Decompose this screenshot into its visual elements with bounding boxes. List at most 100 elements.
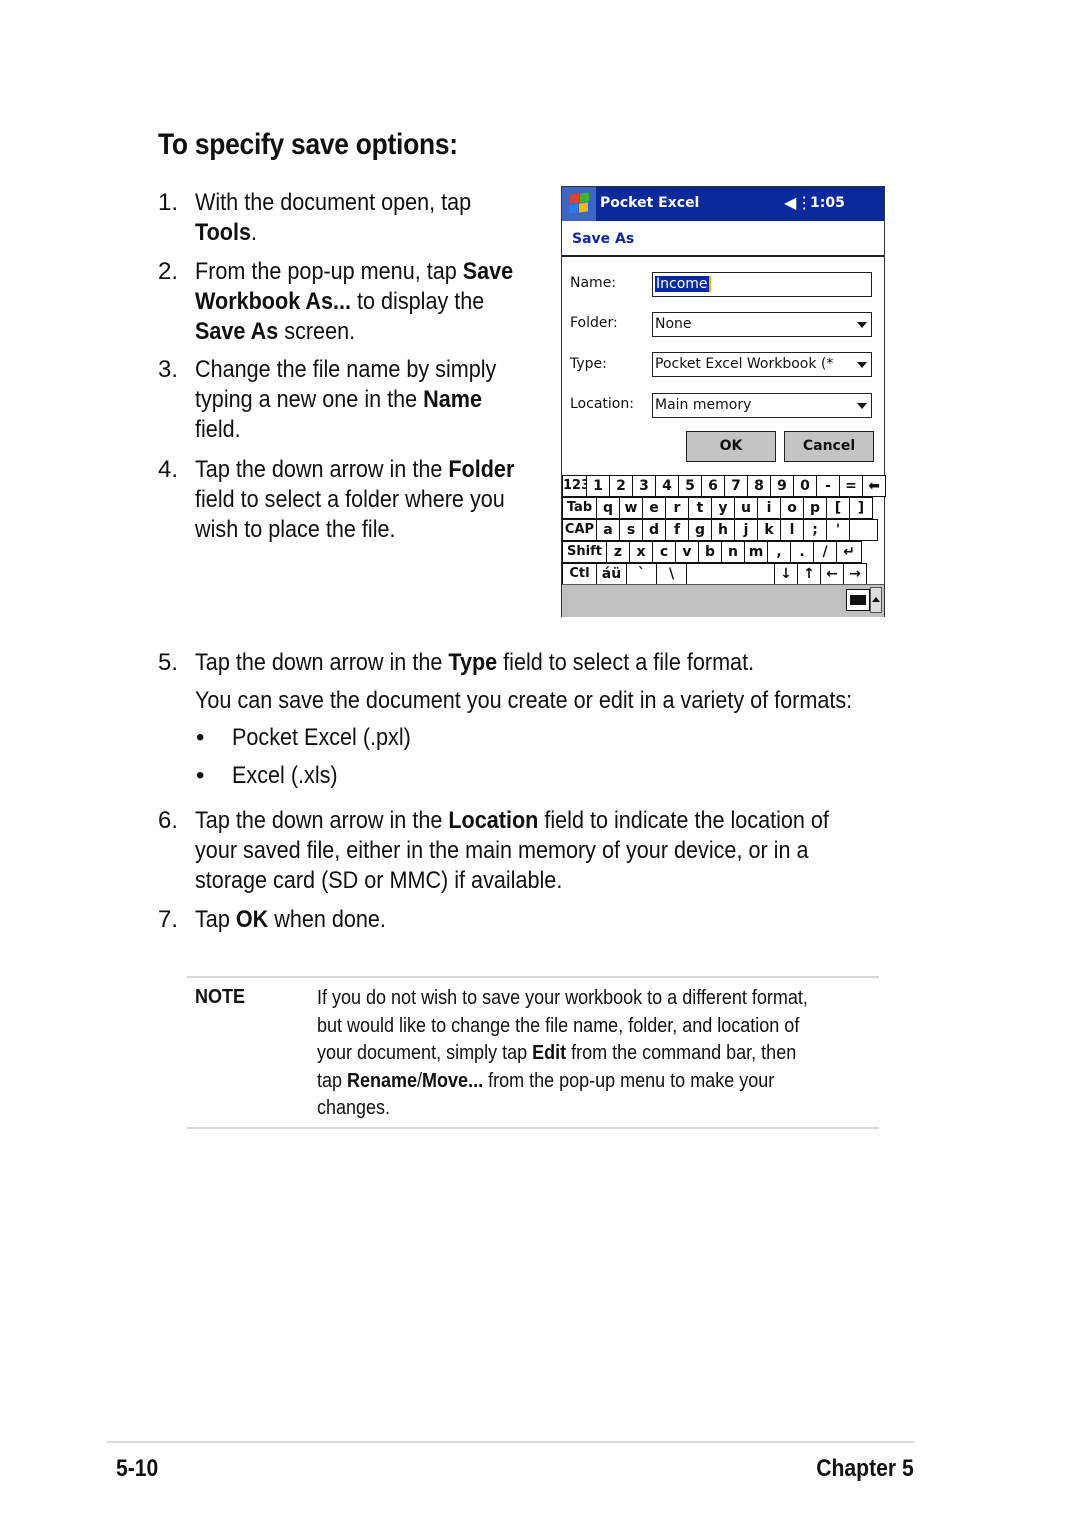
text-run: field to select a folder where you [195,486,505,513]
key[interactable]: ↑ [797,563,821,585]
key[interactable]: 0 [793,475,817,497]
key[interactable]: f [665,519,689,541]
key[interactable]: 1 [586,475,610,497]
step-number: 1. [158,189,179,216]
key[interactable]: 9 [770,475,794,497]
key[interactable]: ⬅ [862,475,886,497]
key[interactable]: q [596,497,620,519]
step-line: Workbook As... to display the [195,287,484,317]
key[interactable]: z [606,541,630,563]
keyboard-row: CAP a s d f g h j k l; ' [562,519,883,541]
text-run: your document, simply tap [317,1042,533,1064]
key[interactable]: n [721,541,745,563]
key[interactable]: ] [849,497,873,519]
step-line: Tap the down arrow in the Location field… [195,806,829,836]
key[interactable]: y [711,497,735,519]
type-label: Type: [570,356,607,372]
keyboard-icon[interactable] [846,589,870,611]
note-line: tap Rename/Move... from the pop-up menu … [317,1067,774,1095]
key[interactable]: b [698,541,722,563]
text-run: Change the file name by simply [195,356,497,383]
text-run: Tap the down arrow in the [195,456,449,483]
bold-term: Move... [422,1069,484,1092]
key[interactable]: 6 [701,475,725,497]
speaker-icon[interactable]: ◀⋮ [784,193,812,212]
key[interactable]: w [619,497,643,519]
bold-term: Name [423,386,483,413]
key[interactable]: d [642,519,666,541]
step-line: With the document open, tap [195,188,471,218]
key[interactable]: 2 [609,475,633,497]
step-line: field. [195,415,241,445]
key[interactable]: r [665,497,689,519]
chevron-down-icon[interactable] [857,362,867,368]
name-value: Income [655,276,709,292]
key[interactable]: v [675,541,699,563]
input-menu-arrow[interactable] [870,587,882,613]
key-space[interactable] [849,519,878,541]
key[interactable]: \ [656,563,687,585]
key[interactable]: j [734,519,758,541]
windows-start-icon[interactable] [562,187,596,221]
key[interactable]: m [744,541,768,563]
location-value: Main memory [655,397,752,413]
key[interactable]: . [790,541,814,563]
key[interactable]: CAP [562,519,597,541]
type-dropdown[interactable]: Pocket Excel Workbook (* [652,352,872,377]
key[interactable]: 5 [678,475,702,497]
key[interactable]: o [780,497,804,519]
name-field[interactable]: Income [652,272,872,297]
screen-title: Save As [572,231,635,247]
key[interactable]: Ctl [562,563,597,585]
key[interactable]: - [816,475,840,497]
key[interactable]: → [843,563,867,585]
key[interactable]: / [813,541,837,563]
key[interactable]: p [803,497,827,519]
key[interactable]: i [757,497,781,519]
key[interactable]: k [757,519,781,541]
step-line: field to select a folder where you [195,485,505,515]
key[interactable]: h [711,519,735,541]
key[interactable]: g [688,519,712,541]
key[interactable]: ↵ [836,541,862,563]
key[interactable]: ' [826,519,850,541]
key[interactable]: t [688,497,712,519]
location-dropdown[interactable]: Main memory [652,393,872,418]
bold-term: Location [448,807,539,834]
format-label: Pocket Excel (.pxl) [232,724,411,751]
key[interactable]: e [642,497,666,519]
key[interactable]: ↓ [774,563,798,585]
step-line: Tap the down arrow in the Type field to … [195,648,754,678]
step-number: 4. [158,456,179,483]
chevron-down-icon[interactable] [857,403,867,409]
key-space[interactable] [686,563,775,585]
key[interactable]: áü [596,563,627,585]
key[interactable]: u [734,497,758,519]
key[interactable]: ← [820,563,844,585]
keyboard-row: 123 1 2 3 4 5 6 7 8 9 0- = ⬅ [562,475,886,497]
step-number: 3. [158,356,179,383]
clock[interactable]: 1:05 [810,195,845,211]
key[interactable]: a [596,519,620,541]
key[interactable]: 4 [655,475,679,497]
key[interactable]: = [839,475,863,497]
key[interactable]: l [780,519,804,541]
key[interactable]: 123 [562,475,590,497]
text-run: . [250,219,258,246]
key[interactable]: 7 [724,475,748,497]
key[interactable]: Shift [562,541,607,563]
key[interactable]: 8 [747,475,771,497]
key[interactable]: s [619,519,643,541]
key[interactable]: 3 [632,475,656,497]
chevron-down-icon[interactable] [857,322,867,328]
ok-button[interactable]: OK [686,431,776,462]
key[interactable]: Tab [562,497,597,519]
key[interactable]: c [652,541,676,563]
folder-dropdown[interactable]: None [652,312,872,337]
key[interactable]: ; [803,519,827,541]
key[interactable]: [ [826,497,850,519]
key[interactable]: , [767,541,791,563]
cancel-button[interactable]: Cancel [784,431,874,462]
key[interactable]: ` [626,563,657,585]
key[interactable]: x [629,541,653,563]
